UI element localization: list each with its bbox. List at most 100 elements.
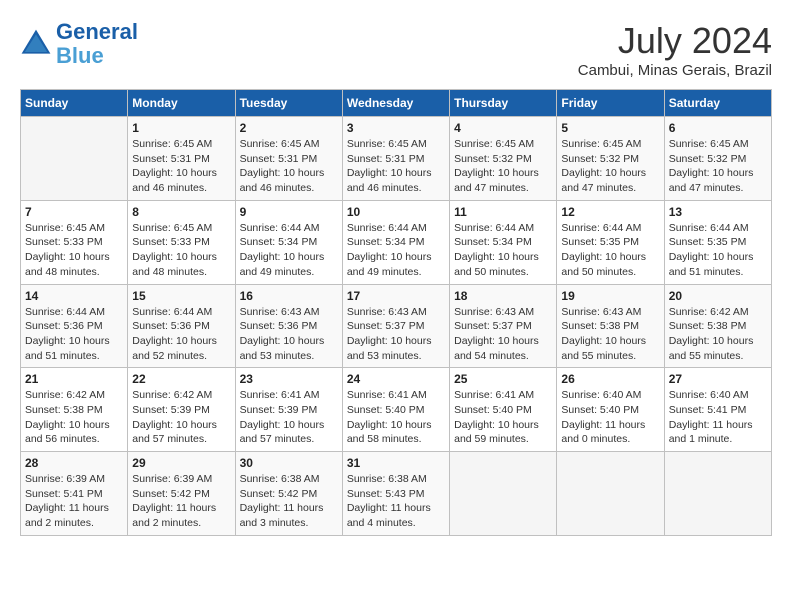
day-number: 15 <box>132 289 230 303</box>
week-row-2: 7 Sunrise: 6:45 AM Sunset: 5:33 PM Daylig… <box>21 200 772 284</box>
day-info: Sunrise: 6:45 AM Sunset: 5:31 PM Dayligh… <box>240 137 338 196</box>
day-cell: 6 Sunrise: 6:45 AM Sunset: 5:32 PM Daylig… <box>664 117 771 201</box>
day-number: 12 <box>561 205 659 219</box>
day-cell: 2Sunrise: 6:45 AM Sunset: 5:31 PM Daylig… <box>235 117 342 201</box>
day-number: 19 <box>561 289 659 303</box>
day-cell: 16Sunrise: 6:43 AM Sunset: 5:36 PM Dayli… <box>235 284 342 368</box>
day-number: 1 <box>132 121 230 135</box>
day-info: Sunrise: 6:44 AM Sunset: 5:36 PM Dayligh… <box>25 305 123 364</box>
day-cell: 17 Sunrise: 6:43 AM Sunset: 5:37 PM Dayli… <box>342 284 449 368</box>
logo-icon <box>20 28 52 60</box>
day-info: Sunrise: 6:41 AM Sunset: 5:40 PM Dayligh… <box>347 388 445 447</box>
day-cell: 3 Sunrise: 6:45 AM Sunset: 5:31 PM Daylig… <box>342 117 449 201</box>
col-header-friday: Friday <box>557 90 664 117</box>
day-cell: 5 Sunrise: 6:45 AM Sunset: 5:32 PM Daylig… <box>557 117 664 201</box>
day-cell: 29Sunrise: 6:39 AM Sunset: 5:42 PM Dayli… <box>128 452 235 536</box>
day-info: Sunrise: 6:43 AM Sunset: 5:37 PM Dayligh… <box>347 305 445 364</box>
day-number: 11 <box>454 205 552 219</box>
col-header-thursday: Thursday <box>450 90 557 117</box>
week-row-4: 21 Sunrise: 6:42 AM Sunset: 5:38 PM Dayli… <box>21 368 772 452</box>
day-cell: 10Sunrise: 6:44 AM Sunset: 5:34 PM Dayli… <box>342 200 449 284</box>
day-cell: 8 Sunrise: 6:45 AM Sunset: 5:33 PM Daylig… <box>128 200 235 284</box>
day-number: 31 <box>347 456 445 470</box>
day-number: 30 <box>240 456 338 470</box>
day-number: 17 <box>347 289 445 303</box>
day-cell: 15 Sunrise: 6:44 AM Sunset: 5:36 PM Dayli… <box>128 284 235 368</box>
day-cell: 11 Sunrise: 6:44 AM Sunset: 5:34 PM Dayli… <box>450 200 557 284</box>
header-row: SundayMondayTuesdayWednesdayThursdayFrid… <box>21 90 772 117</box>
day-cell: 12Sunrise: 6:44 AM Sunset: 5:35 PM Dayli… <box>557 200 664 284</box>
day-cell: 20 Sunrise: 6:42 AM Sunset: 5:38 PM Dayli… <box>664 284 771 368</box>
day-cell: 14Sunrise: 6:44 AM Sunset: 5:36 PM Dayli… <box>21 284 128 368</box>
col-header-saturday: Saturday <box>664 90 771 117</box>
logo: General Blue <box>20 20 138 68</box>
day-cell: 31 Sunrise: 6:38 AM Sunset: 5:43 PM Dayli… <box>342 452 449 536</box>
logo-text: General Blue <box>56 20 138 68</box>
col-header-tuesday: Tuesday <box>235 90 342 117</box>
col-header-sunday: Sunday <box>21 90 128 117</box>
day-info: Sunrise: 6:42 AM Sunset: 5:39 PM Dayligh… <box>132 388 230 447</box>
day-number: 20 <box>669 289 767 303</box>
day-info: Sunrise: 6:45 AM Sunset: 5:33 PM Dayligh… <box>25 221 123 280</box>
day-number: 13 <box>669 205 767 219</box>
title-block: July 2024 Cambui, Minas Gerais, Brazil <box>578 20 772 79</box>
day-number: 3 <box>347 121 445 135</box>
day-info: Sunrise: 6:39 AM Sunset: 5:42 PM Dayligh… <box>132 472 230 531</box>
day-cell: 4 Sunrise: 6:45 AM Sunset: 5:32 PM Daylig… <box>450 117 557 201</box>
day-info: Sunrise: 6:44 AM Sunset: 5:34 PM Dayligh… <box>454 221 552 280</box>
day-cell: 30 Sunrise: 6:38 AM Sunset: 5:42 PM Dayli… <box>235 452 342 536</box>
month-year: July 2024 <box>578 20 772 62</box>
day-number: 27 <box>669 372 767 386</box>
day-info: Sunrise: 6:45 AM Sunset: 5:32 PM Dayligh… <box>454 137 552 196</box>
day-cell: 26 Sunrise: 6:40 AM Sunset: 5:40 PM Dayli… <box>557 368 664 452</box>
day-info: Sunrise: 6:40 AM Sunset: 5:41 PM Dayligh… <box>669 388 767 447</box>
day-cell: 19 Sunrise: 6:43 AM Sunset: 5:38 PM Dayli… <box>557 284 664 368</box>
day-cell: 21 Sunrise: 6:42 AM Sunset: 5:38 PM Dayli… <box>21 368 128 452</box>
day-info: Sunrise: 6:44 AM Sunset: 5:35 PM Dayligh… <box>669 221 767 280</box>
week-row-5: 28Sunrise: 6:39 AM Sunset: 5:41 PM Dayli… <box>21 452 772 536</box>
day-cell: 28Sunrise: 6:39 AM Sunset: 5:41 PM Dayli… <box>21 452 128 536</box>
day-info: Sunrise: 6:44 AM Sunset: 5:36 PM Dayligh… <box>132 305 230 364</box>
day-info: Sunrise: 6:38 AM Sunset: 5:42 PM Dayligh… <box>240 472 338 531</box>
day-info: Sunrise: 6:44 AM Sunset: 5:34 PM Dayligh… <box>240 221 338 280</box>
day-cell: 1 Sunrise: 6:45 AM Sunset: 5:31 PM Daylig… <box>128 117 235 201</box>
day-number: 4 <box>454 121 552 135</box>
day-info: Sunrise: 6:38 AM Sunset: 5:43 PM Dayligh… <box>347 472 445 531</box>
day-info: Sunrise: 6:45 AM Sunset: 5:32 PM Dayligh… <box>669 137 767 196</box>
day-info: Sunrise: 6:41 AM Sunset: 5:39 PM Dayligh… <box>240 388 338 447</box>
day-info: Sunrise: 6:40 AM Sunset: 5:40 PM Dayligh… <box>561 388 659 447</box>
day-number: 22 <box>132 372 230 386</box>
day-cell: 13 Sunrise: 6:44 AM Sunset: 5:35 PM Dayli… <box>664 200 771 284</box>
day-number: 6 <box>669 121 767 135</box>
day-info: Sunrise: 6:44 AM Sunset: 5:34 PM Dayligh… <box>347 221 445 280</box>
day-number: 5 <box>561 121 659 135</box>
day-info: Sunrise: 6:41 AM Sunset: 5:40 PM Dayligh… <box>454 388 552 447</box>
day-info: Sunrise: 6:42 AM Sunset: 5:38 PM Dayligh… <box>669 305 767 364</box>
day-number: 7 <box>25 205 123 219</box>
col-header-wednesday: Wednesday <box>342 90 449 117</box>
day-cell: 22 Sunrise: 6:42 AM Sunset: 5:39 PM Dayli… <box>128 368 235 452</box>
week-row-1: 1 Sunrise: 6:45 AM Sunset: 5:31 PM Daylig… <box>21 117 772 201</box>
day-number: 8 <box>132 205 230 219</box>
day-cell <box>664 452 771 536</box>
col-header-monday: Monday <box>128 90 235 117</box>
day-info: Sunrise: 6:43 AM Sunset: 5:37 PM Dayligh… <box>454 305 552 364</box>
day-number: 23 <box>240 372 338 386</box>
day-info: Sunrise: 6:45 AM Sunset: 5:32 PM Dayligh… <box>561 137 659 196</box>
day-info: Sunrise: 6:42 AM Sunset: 5:38 PM Dayligh… <box>25 388 123 447</box>
calendar-table: SundayMondayTuesdayWednesdayThursdayFrid… <box>20 89 772 536</box>
week-row-3: 14Sunrise: 6:44 AM Sunset: 5:36 PM Dayli… <box>21 284 772 368</box>
day-info: Sunrise: 6:45 AM Sunset: 5:31 PM Dayligh… <box>347 137 445 196</box>
page-header: General Blue July 2024 Cambui, Minas Ger… <box>20 20 772 79</box>
day-cell: 18Sunrise: 6:43 AM Sunset: 5:37 PM Dayli… <box>450 284 557 368</box>
day-number: 21 <box>25 372 123 386</box>
day-info: Sunrise: 6:45 AM Sunset: 5:31 PM Dayligh… <box>132 137 230 196</box>
day-info: Sunrise: 6:45 AM Sunset: 5:33 PM Dayligh… <box>132 221 230 280</box>
day-number: 26 <box>561 372 659 386</box>
day-cell <box>450 452 557 536</box>
day-number: 28 <box>25 456 123 470</box>
day-number: 9 <box>240 205 338 219</box>
location: Cambui, Minas Gerais, Brazil <box>578 62 772 79</box>
day-cell <box>21 117 128 201</box>
day-info: Sunrise: 6:43 AM Sunset: 5:38 PM Dayligh… <box>561 305 659 364</box>
